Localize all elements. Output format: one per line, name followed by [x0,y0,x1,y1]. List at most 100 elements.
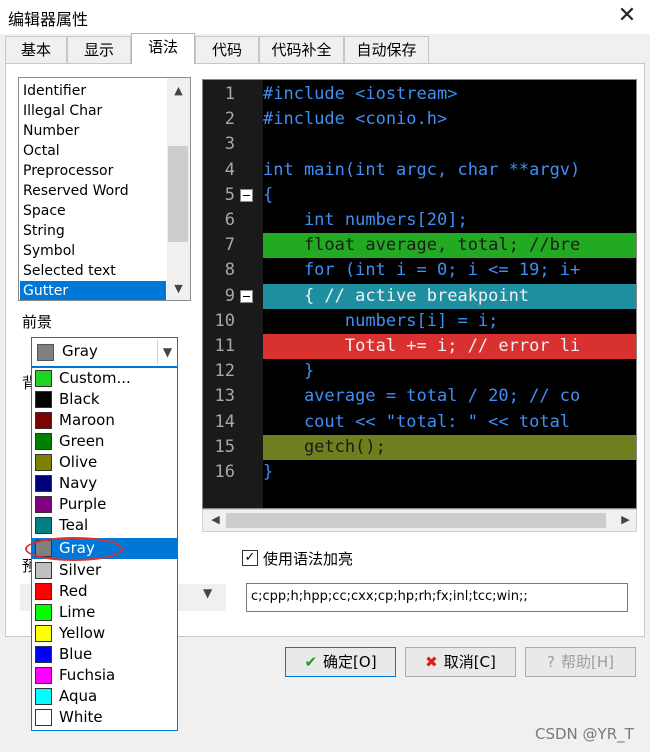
color-select-value: Gray [62,342,98,360]
color-option-label: Red [59,582,88,600]
line-number: 11 [214,336,235,356]
scroll-down-icon[interactable]: ▼ [167,282,190,295]
code-line: numbers[i] = i; [263,310,499,331]
fold-toggle-icon[interactable] [240,188,253,202]
syntax-highlight-checkbox[interactable]: ✓ [242,550,258,566]
line-number: 1 [224,84,235,104]
file-extensions-input[interactable]: c;cpp;h;hpp;cc;cxx;cp;hp;rh;fx;inl;tcc;w… [246,583,628,612]
chevron-down-icon[interactable]: ▼ [203,586,212,600]
list-item[interactable]: Illegal Char [23,101,102,121]
list-item[interactable]: Identifier [23,81,86,101]
color-swatch [35,391,52,408]
code-line: average = total / 20; // co [263,386,581,407]
color-option-label: Navy [59,474,98,492]
line-number: 12 [214,361,235,382]
color-swatch [35,370,52,387]
color-swatch [35,604,52,621]
color-option-label: Teal [59,516,89,534]
list-item[interactable]: Symbol [23,241,75,261]
color-option-label: Green [59,432,105,450]
ok-button[interactable]: ✔ 确定[O] [285,647,396,677]
list-item[interactable]: Octal [23,141,60,161]
ok-button-label: 确定[O] [323,653,377,671]
color-option[interactable]: Silver [32,560,177,581]
color-option[interactable]: Navy [32,473,177,494]
line-number: 10 [214,310,235,331]
color-option-label: Lime [59,603,96,621]
color-option[interactable]: Aqua [32,686,177,707]
color-swatch [35,625,52,642]
code-line: #include <iostream> [263,84,458,104]
tab-basic[interactable]: 基本 [5,36,67,63]
color-option[interactable]: Purple [32,494,177,515]
token-list[interactable]: Identifier Illegal Char Number Octal Pre… [18,77,191,301]
color-swatch [35,667,52,684]
line-number: 3 [224,134,235,155]
color-option-label: Blue [59,645,93,663]
color-option[interactable]: Lime [32,602,177,623]
color-option-label: White [59,708,103,726]
line-number: 14 [214,411,235,432]
foreground-color-select[interactable]: Gray ▼ [31,337,178,367]
list-item[interactable]: Selected text [23,261,116,281]
annotation-ellipse [25,537,123,561]
line-number: 6 [224,210,235,230]
code-line: } [263,361,315,382]
color-option[interactable]: White [32,707,177,728]
tab-code-completion[interactable]: 代码补全 [259,36,344,63]
color-option[interactable]: Black [32,389,177,410]
color-swatch [35,583,52,600]
chevron-down-icon[interactable]: ▼ [157,340,177,364]
code-line: int numbers[20]; [263,210,468,230]
scroll-right-icon[interactable]: ▶ [614,513,637,526]
title-bar [0,0,650,34]
code-line: { [263,184,274,205]
list-item-selected[interactable]: Gutter [20,281,166,300]
close-icon[interactable]: ✕ [612,1,642,31]
line-number: 9 [224,285,235,306]
color-option[interactable]: Blue [32,644,177,665]
color-swatch [35,646,52,663]
list-item[interactable]: Number [23,121,79,141]
tab-code[interactable]: 代码 [195,36,259,63]
tab-syntax[interactable]: 语法 [131,33,195,64]
color-swatch [35,454,52,471]
list-item[interactable]: String [23,221,65,241]
color-option-label: Maroon [59,411,115,429]
code-line: float average, total; //bre [263,233,636,259]
color-option[interactable]: Custom... [32,368,177,389]
scroll-left-icon[interactable]: ◀ [204,513,227,526]
cancel-button[interactable]: ✖ 取消[C] [405,647,516,677]
list-item[interactable]: Space [23,201,66,221]
color-option-label: Purple [59,495,107,513]
color-swatch [35,412,52,429]
cancel-button-label: 取消[C] [443,653,496,671]
color-option[interactable]: Maroon [32,410,177,431]
color-option[interactable]: Green [32,431,177,452]
color-option-label: Aqua [59,687,98,705]
color-swatch [37,344,54,361]
watermark: CSDN @YR_T [535,725,634,743]
scrollbar-thumb[interactable] [226,513,606,528]
color-option[interactable]: Teal [32,515,177,536]
help-button[interactable]: ? 帮助[H] [525,647,636,677]
tab-display[interactable]: 显示 [67,36,131,63]
color-swatch [35,475,52,492]
color-option[interactable]: Yellow [32,623,177,644]
line-number: 16 [214,462,235,482]
color-option[interactable]: Red [32,581,177,602]
tab-autosave[interactable]: 自动保存 [344,36,429,63]
color-option-label: Fuchsia [59,666,116,684]
scrollbar-thumb[interactable] [168,146,188,242]
scroll-up-icon[interactable]: ▲ [167,84,190,97]
code-line: { // active breakpoint [263,283,636,309]
check-icon: ✔ [304,653,318,671]
list-item[interactable]: Reserved Word [23,181,129,201]
help-icon: ? [547,653,555,671]
color-option[interactable]: Olive [32,452,177,473]
list-item[interactable]: Preprocessor [23,161,113,181]
code-editor-preview: 1 #include <iostream> 2 #include <conio.h> 3… [202,79,637,509]
fold-toggle-icon[interactable] [240,289,253,303]
color-option[interactable]: Fuchsia [32,665,177,686]
